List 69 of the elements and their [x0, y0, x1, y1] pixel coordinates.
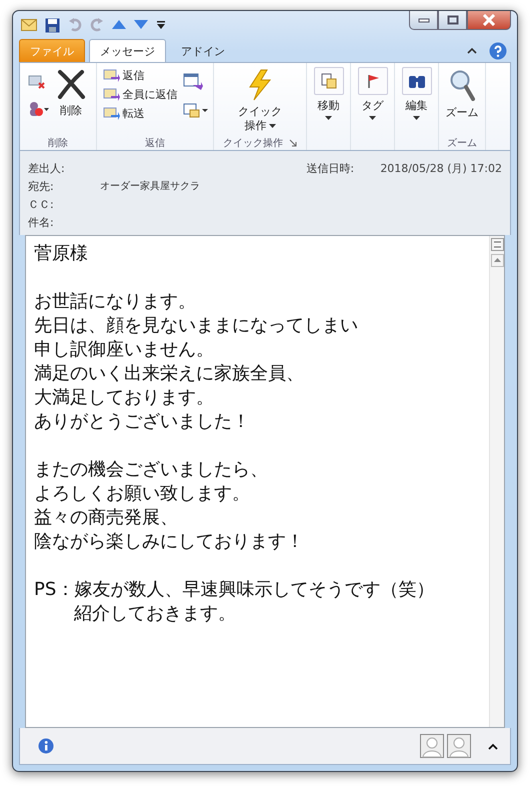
group-label: クイック操作: [214, 135, 306, 150]
person-icon[interactable]: [420, 734, 444, 758]
text-line: 申し訳御座いません。: [34, 338, 215, 362]
text-line: 先日は、顔を見ないままになってしまい: [34, 314, 359, 338]
group-label: 返信: [144, 136, 166, 150]
text-line: ありがとうございました！: [34, 410, 251, 434]
caret-icon: [268, 124, 276, 128]
text-line: 陰ながら楽しみにしております！: [34, 530, 305, 554]
junk-icon[interactable]: [28, 101, 50, 117]
minimize-button[interactable]: [409, 11, 438, 30]
info-icon[interactable]: [38, 738, 54, 754]
field-label: 宛先:: [28, 178, 55, 194]
expand-icon[interactable]: [488, 742, 498, 750]
envelope-icon: [21, 19, 37, 31]
ribbon-button[interactable]: 転送: [102, 105, 146, 122]
more-icon[interactable]: [182, 103, 208, 119]
caret-icon: [369, 116, 376, 120]
caret-icon: [325, 116, 332, 120]
text-line: 大満足しております。: [34, 386, 215, 410]
caret-icon: [413, 116, 420, 120]
field-label: 件名:: [28, 214, 55, 230]
ribbon-button[interactable]: 返信: [102, 67, 146, 84]
customize-icon[interactable]: [156, 20, 166, 30]
move-icon: [320, 73, 336, 89]
text-line: 紹介しておきます。: [73, 602, 237, 626]
maximize-icon: [446, 15, 458, 25]
quick-steps-button[interactable]: クイック 操作: [236, 67, 284, 135]
collapse-ribbon-icon[interactable]: [467, 47, 477, 54]
binoculars-icon: [408, 73, 426, 89]
delete-icon: [56, 69, 86, 99]
help-icon[interactable]: [489, 42, 507, 60]
field-label: 送信日時:: [306, 160, 356, 176]
delete-button[interactable]: 削除: [54, 67, 88, 120]
envelope-arrow-icon: [102, 106, 120, 121]
text-line: よろしくお願い致します。: [34, 482, 251, 506]
close-button[interactable]: [467, 11, 511, 30]
ribbon-button[interactable]: 全員に返信: [102, 86, 178, 103]
group-label: 削除: [47, 136, 69, 150]
person-icon[interactable]: [447, 734, 471, 758]
scrollbar[interactable]: [489, 236, 504, 727]
field-value: オーダー家具屋サクラ: [100, 180, 200, 193]
save-icon[interactable]: [45, 18, 60, 32]
envelope-arrow-icon: [102, 87, 120, 102]
group-label: ズーム: [446, 136, 478, 150]
lightning-icon: [247, 69, 273, 101]
text-line: 益々の商売発展、: [34, 506, 179, 530]
scroll-up-icon[interactable]: [490, 254, 504, 267]
field-label: ＣＣ:: [28, 196, 55, 212]
split-icon[interactable]: [490, 238, 504, 251]
field-value: 2018/05/28 (月) 17:02: [380, 160, 502, 176]
magnifier-icon: [449, 69, 475, 101]
envelope-arrow-icon: [102, 68, 120, 83]
close-icon: [482, 14, 496, 26]
calendar-icon[interactable]: [182, 73, 202, 91]
minimize-icon: [418, 17, 430, 23]
text-line: またの機会ございましたら、: [34, 458, 269, 482]
ribbon-tab[interactable]: アドイン: [170, 39, 236, 62]
text-line: 満足のいく出来栄えに家族全員、: [34, 362, 305, 386]
text-line: 菅原様: [34, 242, 89, 266]
text-line: PS：嫁友が数人、早速興味示してそうです（笑）: [34, 578, 436, 602]
zoom-button[interactable]: ズーム: [444, 67, 480, 122]
up-arrow-icon[interactable]: [112, 20, 126, 30]
down-arrow-icon[interactable]: [134, 20, 148, 30]
text-line: お世話になります。: [34, 290, 197, 314]
ignore-icon[interactable]: [28, 73, 46, 89]
dialog-launcher-icon[interactable]: [289, 138, 297, 146]
maximize-button[interactable]: [438, 11, 467, 30]
field-label: 差出人:: [28, 160, 66, 176]
ribbon-tab[interactable]: メッセージ: [89, 39, 166, 62]
